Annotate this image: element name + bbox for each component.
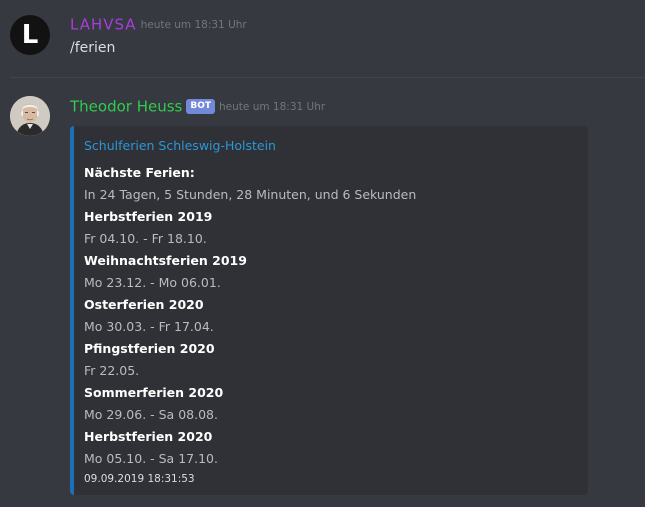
embed-field-name: Sommerferien 2020 xyxy=(84,385,224,400)
embed-field-name: Nächste Ferien: xyxy=(84,165,195,180)
embed-field-value: Mo 29.06. - Sa 08.08. xyxy=(84,407,218,422)
embed-title[interactable]: Schulferien Schleswig-Holstein xyxy=(84,138,276,153)
username-theodor-heuss[interactable]: Theodor Heuss xyxy=(70,98,182,116)
avatar-theodor-heuss[interactable] xyxy=(10,96,50,136)
embed-field-value: Mo 30.03. - Fr 17.04. xyxy=(84,319,214,334)
bot-badge: BOT xyxy=(186,99,216,114)
embed-field-name: Herbstferien 2019 xyxy=(84,209,213,224)
message-timestamp: heute um 18:31 Uhr xyxy=(140,18,247,31)
embed-field-value: In 24 Tagen, 5 Stunden, 28 Minuten, und … xyxy=(84,187,417,202)
message-header: LAHVSA heute um 18:31 Uhr xyxy=(70,14,247,34)
embed-field-name: Pfingstferien 2020 xyxy=(84,341,215,356)
message-header: Theodor Heuss BOT heute um 18:31 Uhr xyxy=(70,96,325,116)
embed-field-name: Herbstferien 2020 xyxy=(84,429,213,444)
embed-field-name: Osterferien 2020 xyxy=(84,297,204,312)
embed-field-value: Fr 04.10. - Fr 18.10. xyxy=(84,231,207,246)
message-divider xyxy=(10,77,645,78)
message-content: /ferien xyxy=(70,40,116,56)
embed-field-value: Mo 23.12. - Mo 06.01. xyxy=(84,275,221,290)
embed-field-value: Fr 22.05. xyxy=(84,363,140,378)
embed-field-name: Weihnachtsferien 2019 xyxy=(84,253,247,268)
embed-field-value: Mo 05.10. - Sa 17.10. xyxy=(84,451,218,466)
embed-footer: 09.09.2019 18:31:53 xyxy=(84,473,195,485)
chat-view: L LAHVSA heute um 18:31 Uhr /ferien Theod… xyxy=(0,0,645,507)
username-lahvsa[interactable]: LAHVSA xyxy=(70,16,137,34)
message-timestamp: heute um 18:31 Uhr xyxy=(219,100,326,113)
avatar-lahvsa[interactable]: L xyxy=(10,15,50,55)
embed: Schulferien Schleswig-Holstein Nächste F… xyxy=(70,126,588,495)
portrait-icon xyxy=(10,96,50,136)
